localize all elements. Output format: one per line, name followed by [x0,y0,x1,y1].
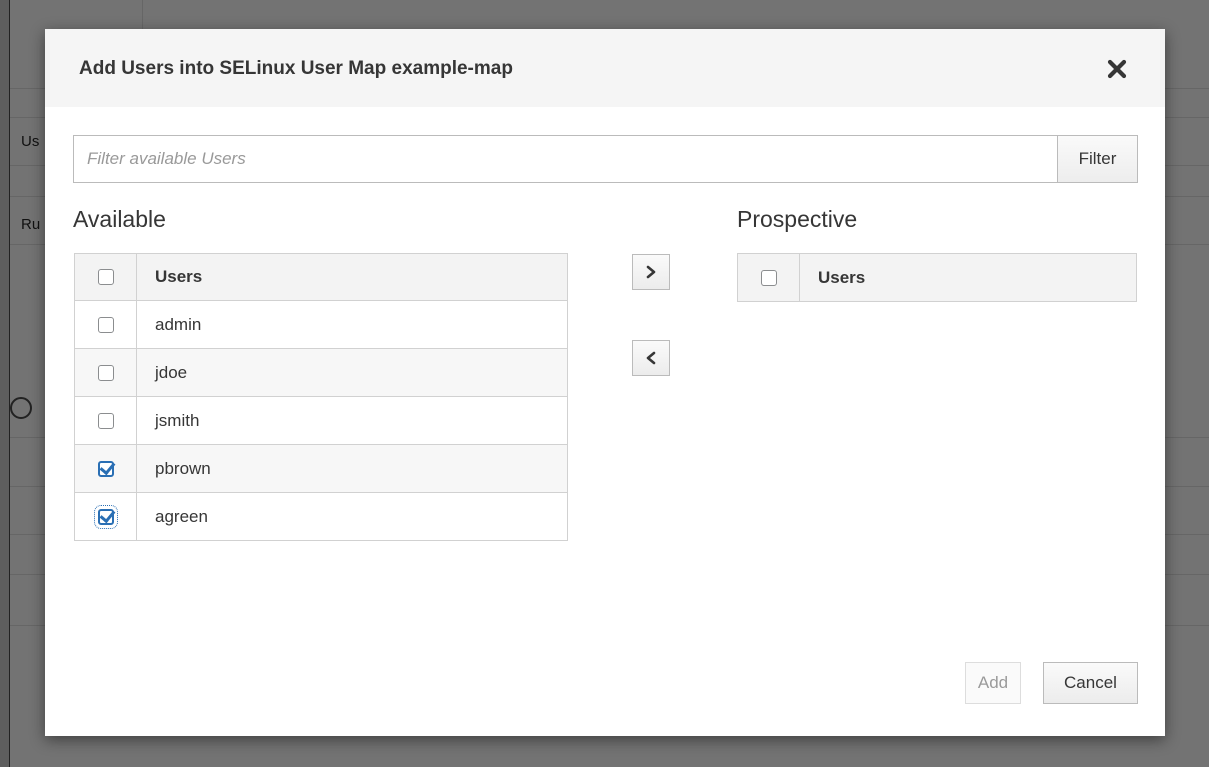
select-all-checkbox[interactable] [760,269,777,286]
user-checkbox[interactable] [97,412,114,429]
dialog-title: Add Users into SELinux User Map example-… [79,58,513,79]
user-name: jdoe [155,362,188,382]
table-header: Users [75,254,567,301]
dialog-header: Add Users into SELinux User Map example-… [45,29,1165,107]
add-to-prospective-button[interactable] [632,254,670,290]
add-users-dialog: Add Users into SELinux User Map example-… [45,29,1165,736]
add-button[interactable]: Add [965,662,1021,704]
chevron-right-icon [646,265,656,279]
table-row[interactable]: agreen [75,493,567,540]
user-checkbox[interactable] [97,316,114,333]
prospective-users-table: Users [737,253,1137,302]
table-row[interactable]: pbrown [75,445,567,493]
background-radio [10,397,32,419]
available-users-table: Users admin jdoe jsmith pbrown agreen [74,253,568,541]
cancel-button[interactable]: Cancel [1043,662,1138,704]
user-checkbox[interactable] [97,364,114,381]
user-checkbox[interactable] [93,504,118,529]
filter-input[interactable] [73,135,1058,183]
users-column-header[interactable]: Users [137,254,567,300]
background-divider [142,0,143,30]
chevron-left-icon [646,351,656,365]
user-name: pbrown [155,458,211,478]
user-name: agreen [155,506,208,526]
row-check-cell [75,397,137,444]
background-label: Ru [21,216,41,233]
row-check-cell [75,349,137,396]
user-checkbox[interactable] [97,460,114,477]
row-check-cell [75,301,137,348]
header-check-cell [738,254,800,301]
remove-from-prospective-button[interactable] [632,340,670,376]
header-check-cell [75,254,137,300]
table-row[interactable]: jdoe [75,349,567,397]
table-row[interactable]: admin [75,301,567,349]
row-check-cell [75,493,137,540]
row-check-cell [75,445,137,492]
select-all-checkbox[interactable] [97,269,114,285]
table-row[interactable]: jsmith [75,397,567,445]
user-name: admin [155,314,202,334]
background-label: Us [21,133,40,150]
available-label: Available [73,206,166,232]
close-icon [1107,59,1127,79]
users-column-header[interactable]: Users [800,254,1136,301]
table-header: Users [738,254,1136,301]
user-name: jsmith [155,410,200,430]
filter-button[interactable]: Filter [1057,135,1138,183]
prospective-label: Prospective [737,206,858,232]
available-rows: admin jdoe jsmith pbrown agreen [75,301,567,540]
close-button[interactable] [1103,55,1131,83]
